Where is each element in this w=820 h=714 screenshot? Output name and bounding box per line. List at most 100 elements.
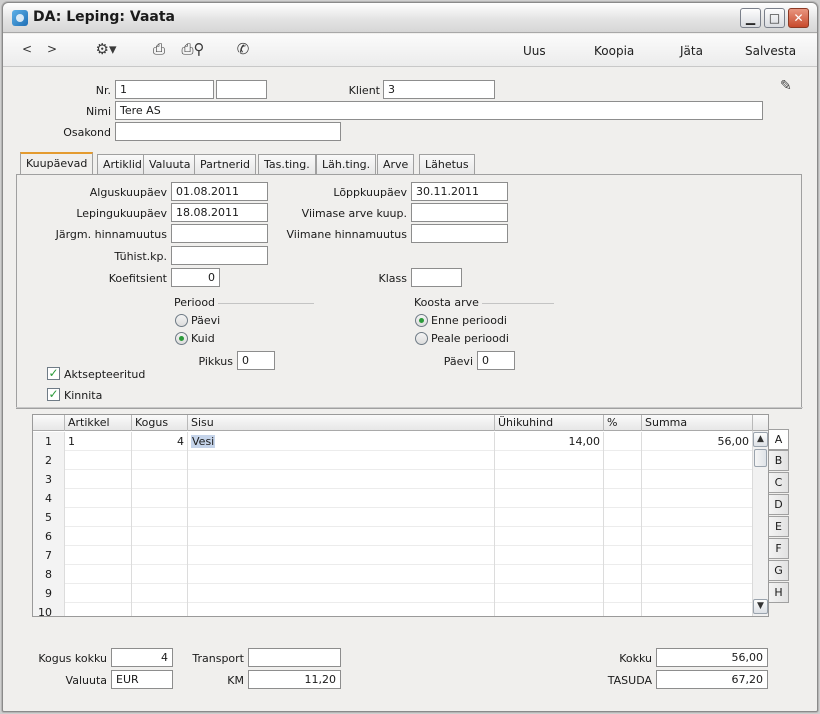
contract-date-field[interactable]: 18.08.2011 xyxy=(171,203,268,222)
cell-sum[interactable] xyxy=(642,527,753,546)
scroll-thumb[interactable] xyxy=(754,449,767,467)
cell-item[interactable] xyxy=(65,508,132,527)
cell-sum[interactable] xyxy=(642,508,753,527)
cell-qty[interactable]: 4 xyxy=(132,432,188,451)
cell-desc[interactable] xyxy=(188,565,495,584)
cell-pct[interactable] xyxy=(604,584,642,603)
table-row[interactable]: 1 1 4 Vesi 14,00 56,00 xyxy=(33,432,768,451)
cell-price[interactable] xyxy=(495,584,604,603)
cell-desc[interactable] xyxy=(188,508,495,527)
grid-header-qty[interactable]: Kogus xyxy=(132,415,188,431)
currency-field[interactable]: EUR xyxy=(111,670,173,689)
cell-item[interactable] xyxy=(65,565,132,584)
table-row[interactable]: 10 xyxy=(33,603,768,616)
cell-desc[interactable]: Vesi xyxy=(188,432,495,451)
copy-button[interactable]: Koopia xyxy=(594,44,634,58)
cell-qty[interactable] xyxy=(132,565,188,584)
tab-lahetus[interactable]: Lähetus xyxy=(419,154,475,175)
cell-item[interactable] xyxy=(65,470,132,489)
cancel-date-field[interactable] xyxy=(171,246,268,265)
table-row[interactable]: 7 xyxy=(33,546,768,565)
phone-icon[interactable]: ✆ xyxy=(232,40,254,60)
table-row[interactable]: 4 xyxy=(33,489,768,508)
cell-qty[interactable] xyxy=(132,603,188,616)
minimize-icon[interactable]: ▁ xyxy=(740,8,761,28)
side-tab-e[interactable]: E xyxy=(769,516,789,537)
transport-field[interactable] xyxy=(248,648,341,667)
coefficient-field[interactable]: 0 xyxy=(171,268,220,287)
cell-sum[interactable] xyxy=(642,470,753,489)
class-field[interactable] xyxy=(411,268,462,287)
cell-price[interactable] xyxy=(495,603,604,616)
accepted-checkbox[interactable]: ✓ xyxy=(47,367,60,380)
table-row[interactable]: 8 xyxy=(33,565,768,584)
tab-tas-ting[interactable]: Tas.ting. xyxy=(258,154,316,175)
cell-sum[interactable] xyxy=(642,584,753,603)
cell-pct[interactable] xyxy=(604,432,642,451)
new-button[interactable]: Uus xyxy=(523,44,546,58)
nr-field-2[interactable] xyxy=(216,80,267,99)
tab-kuupaevad[interactable]: Kuupäevad xyxy=(20,152,94,175)
cell-desc[interactable] xyxy=(188,470,495,489)
scroll-up-icon[interactable]: ▲ xyxy=(753,432,768,447)
scroll-down-icon[interactable]: ▼ xyxy=(753,599,768,614)
tab-artiklid[interactable]: Artiklid xyxy=(97,154,148,175)
cell-desc[interactable] xyxy=(188,451,495,470)
cell-item[interactable] xyxy=(65,451,132,470)
next-price-change-field[interactable] xyxy=(171,224,268,243)
start-date-field[interactable]: 01.08.2011 xyxy=(171,182,268,201)
table-row[interactable]: 9 xyxy=(33,584,768,603)
invoice-after-radio[interactable] xyxy=(415,332,428,345)
cell-qty[interactable] xyxy=(132,489,188,508)
cell-item[interactable] xyxy=(65,527,132,546)
cell-pct[interactable] xyxy=(604,470,642,489)
approve-checkbox[interactable]: ✓ xyxy=(47,388,60,401)
cell-pct[interactable] xyxy=(604,565,642,584)
grid-scrollbar[interactable]: ▲ ▼ xyxy=(752,431,768,616)
cell-item[interactable] xyxy=(65,603,132,616)
cell-desc-text[interactable]: Vesi xyxy=(191,435,216,448)
print-preview-icon[interactable]: ⎙⚲ xyxy=(179,40,207,60)
side-tab-c[interactable]: C xyxy=(769,472,789,493)
table-row[interactable]: 6 xyxy=(33,527,768,546)
cell-sum[interactable]: 56,00 xyxy=(642,432,753,451)
period-months-radio[interactable] xyxy=(175,332,188,345)
tab-valuuta[interactable]: Valuuta xyxy=(143,154,197,175)
cell-pct[interactable] xyxy=(604,603,642,616)
cell-price[interactable] xyxy=(495,546,604,565)
cell-pct[interactable] xyxy=(604,527,642,546)
grid-header-price[interactable]: Ühikuhind xyxy=(495,415,604,431)
table-row[interactable]: 3 xyxy=(33,470,768,489)
tab-arve[interactable]: Arve xyxy=(377,154,415,175)
cell-price[interactable] xyxy=(495,489,604,508)
cell-item[interactable] xyxy=(65,584,132,603)
client-field[interactable]: 3 xyxy=(383,80,495,99)
dept-field[interactable] xyxy=(115,122,341,141)
cell-pct[interactable] xyxy=(604,451,642,470)
grid-header-desc[interactable]: Sisu xyxy=(188,415,495,431)
invoice-before-radio[interactable] xyxy=(415,314,428,327)
save-button[interactable]: Salvesta xyxy=(745,44,796,58)
side-tab-g[interactable]: G xyxy=(769,560,789,581)
cell-qty[interactable] xyxy=(132,546,188,565)
last-price-change-field[interactable] xyxy=(411,224,508,243)
cell-item[interactable] xyxy=(65,546,132,565)
cell-price[interactable] xyxy=(495,508,604,527)
cell-item[interactable] xyxy=(65,489,132,508)
grid-header-sum[interactable]: Summa xyxy=(642,415,753,431)
cell-sum[interactable] xyxy=(642,546,753,565)
period-days-radio[interactable] xyxy=(175,314,188,327)
back-button[interactable]: < xyxy=(22,42,32,56)
tab-partnerid[interactable]: Partnerid xyxy=(194,154,257,175)
cell-price[interactable] xyxy=(495,451,604,470)
length-field[interactable]: 0 xyxy=(237,351,275,370)
side-tab-a[interactable]: A xyxy=(769,429,789,450)
cell-qty[interactable] xyxy=(132,451,188,470)
tab-lah-ting[interactable]: Läh.ting. xyxy=(316,154,377,175)
cell-item[interactable]: 1 xyxy=(65,432,132,451)
last-invoice-date-field[interactable] xyxy=(411,203,508,222)
side-tab-d[interactable]: D xyxy=(769,494,789,515)
skip-button[interactable]: Jäta xyxy=(680,44,703,58)
grid-header-pct[interactable]: % xyxy=(604,415,642,431)
grid-header-item[interactable]: Artikkel xyxy=(65,415,132,431)
